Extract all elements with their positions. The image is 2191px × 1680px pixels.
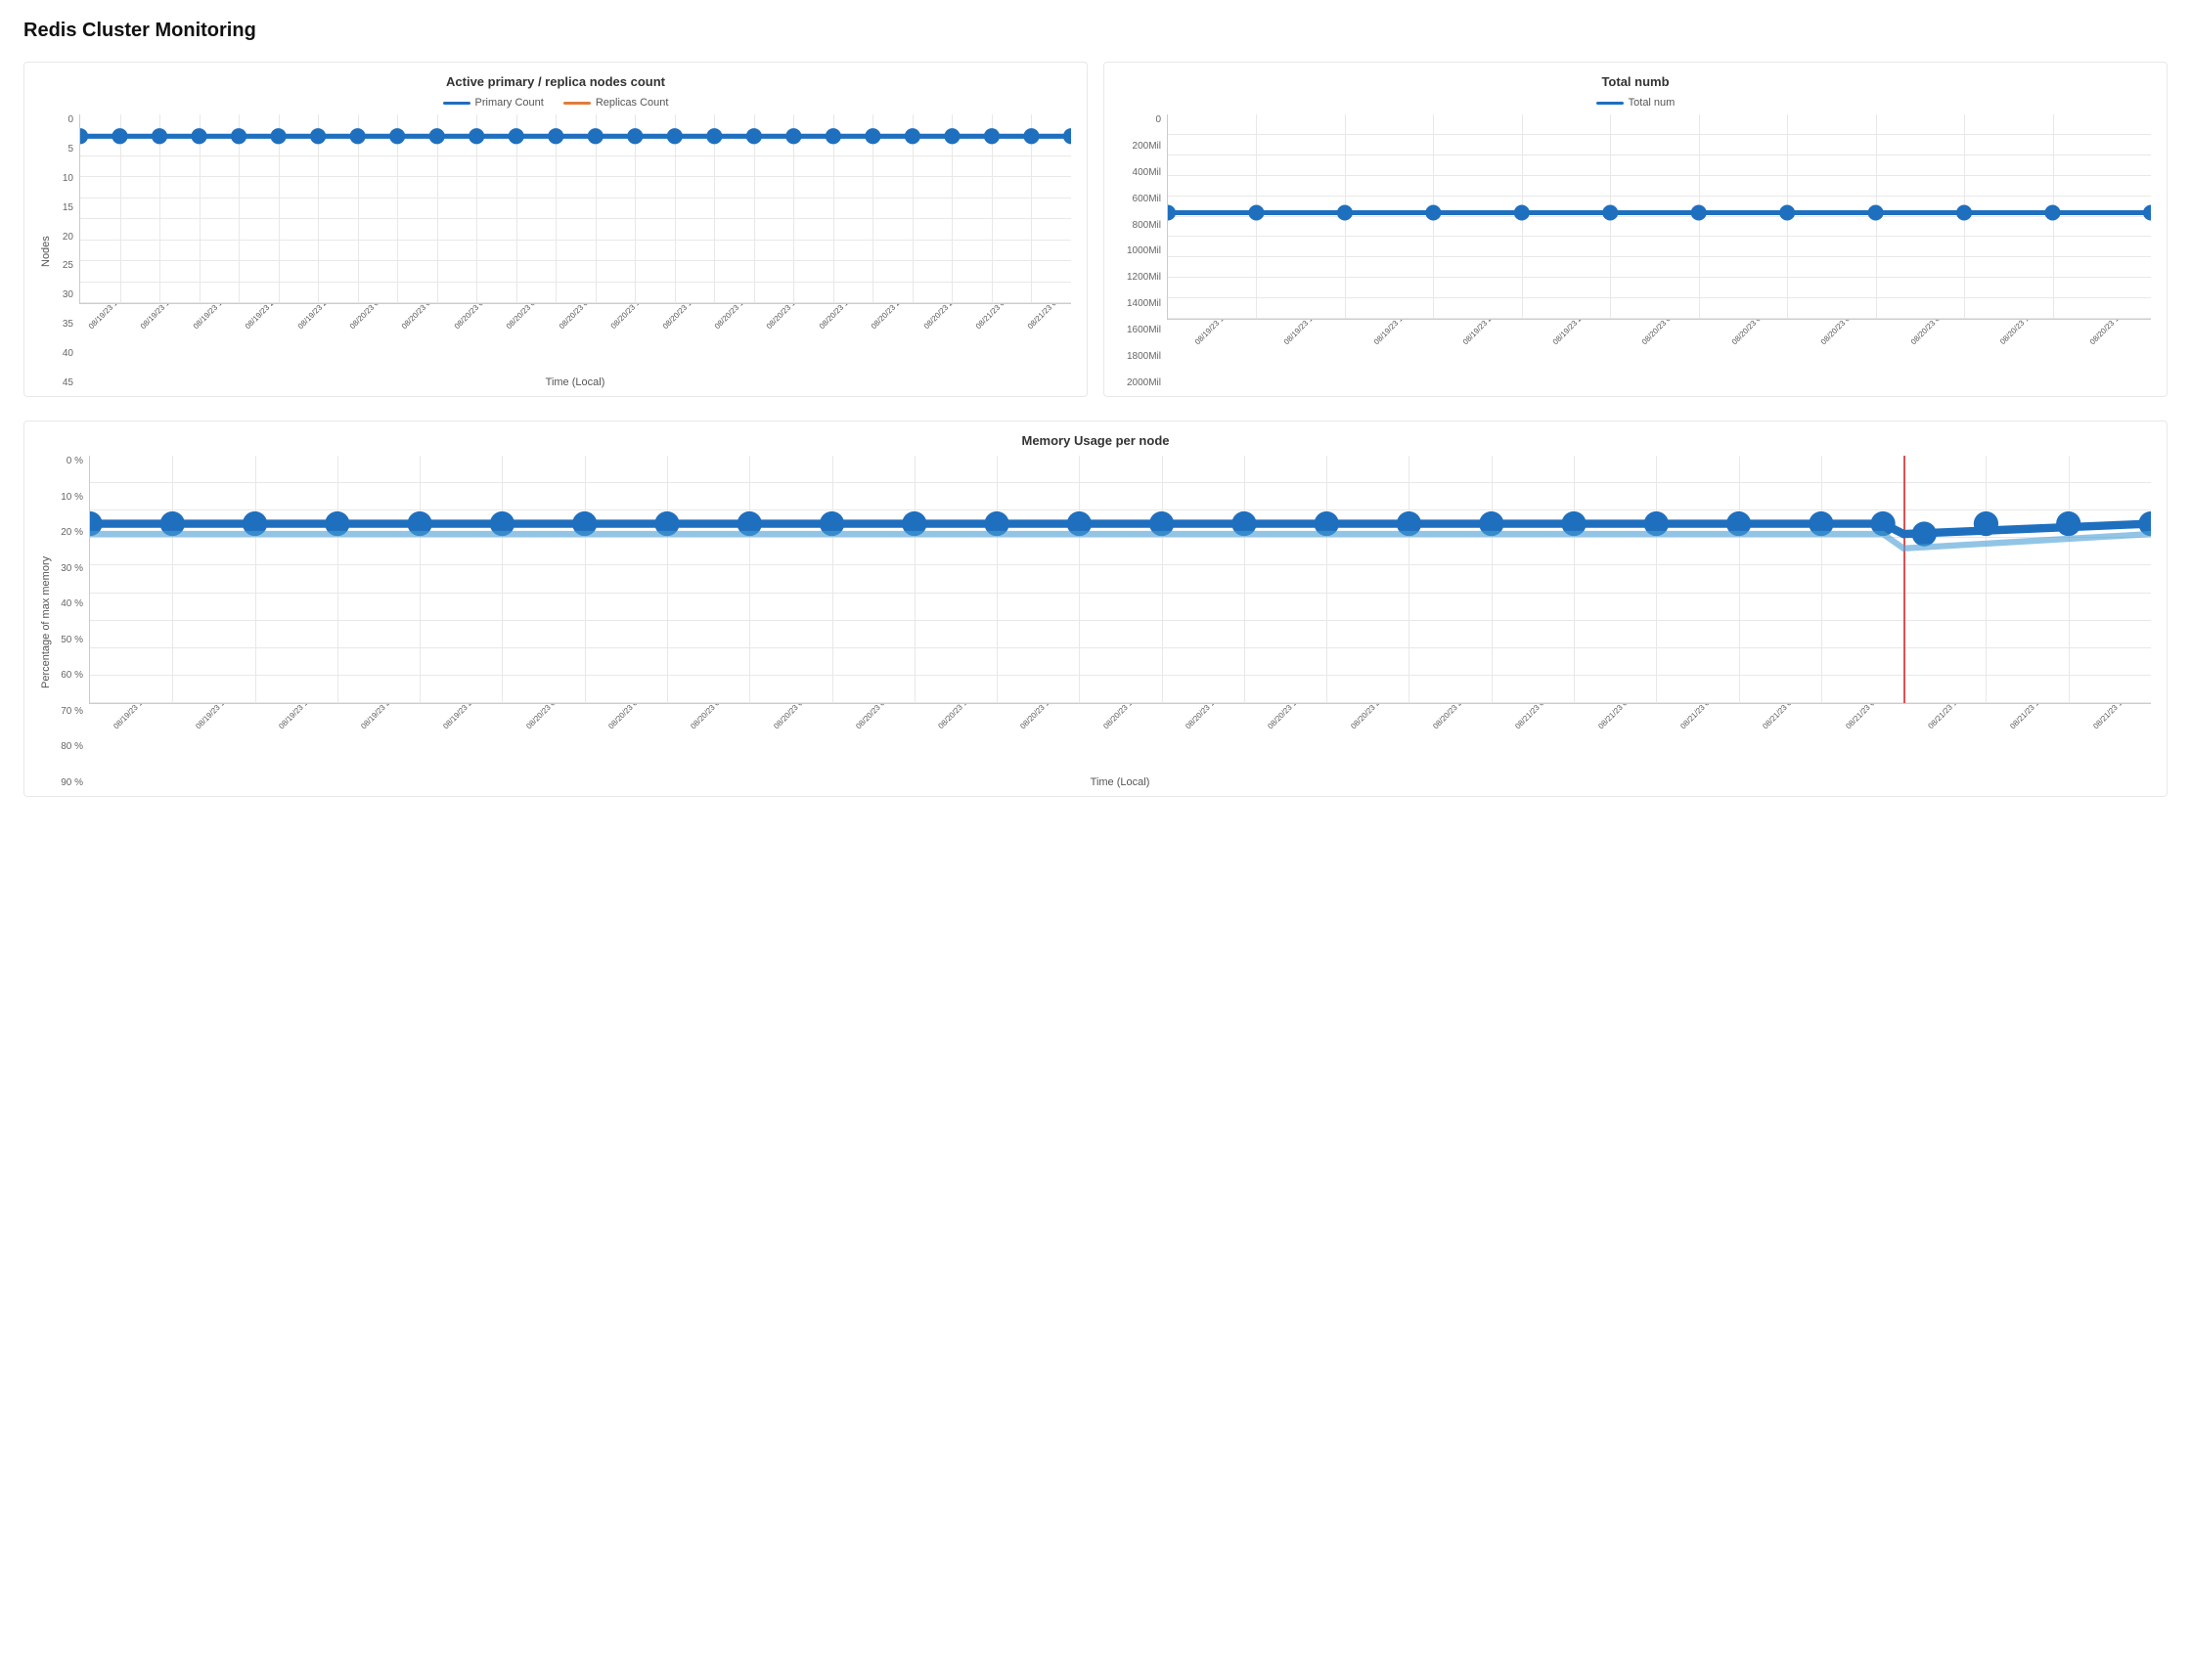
chart1-plot <box>79 114 1071 304</box>
chart3-inner: Percentage of max memory 90 % 80 % 70 % … <box>40 456 2151 788</box>
legend-replicas: Replicas Count <box>563 97 669 109</box>
legend-primary-label: Primary Count <box>475 97 544 109</box>
top-charts-row: Active primary / replica nodes count Pri… <box>23 62 2168 397</box>
chart3-plot-wrap: 08/19/23 15:08 08/19/23 17:08 08/19/23 1… <box>89 456 2151 788</box>
chart3-svg <box>90 456 2151 704</box>
chart3-y-title: Percentage of max memory <box>40 456 52 788</box>
chart1-area: Nodes 45 40 35 30 25 20 15 10 5 0 <box>40 114 1071 388</box>
legend-replicas-line <box>563 102 591 105</box>
chart3-x-axis: 08/19/23 15:08 08/19/23 17:08 08/19/23 1… <box>89 704 2151 773</box>
chart2-x-axis: 08/19/23 15:08 08/19/23 17:08 08/19/23 1… <box>1167 320 2151 388</box>
legend-primary-line <box>443 102 470 105</box>
chart3-title: Memory Usage per node <box>40 433 2151 448</box>
chart2-inner: 2000Mil 1800Mil 1600Mil 1400Mil 1200Mil … <box>1120 114 2151 388</box>
chart1-legend: Primary Count Replicas Count <box>40 97 1071 109</box>
chart2-y-labels: 2000Mil 1800Mil 1600Mil 1400Mil 1200Mil … <box>1120 114 1167 388</box>
chart3-area: Percentage of max memory 90 % 80 % 70 % … <box>40 456 2151 788</box>
chart2-legend: Total num <box>1120 97 2151 109</box>
chart2-plot <box>1167 114 2151 320</box>
chart2-title: Total numb <box>1120 74 2151 89</box>
chart1-plot-wrap: 08/19/23 15:08 08/19/23 17:08 08/19/23 1… <box>79 114 1071 388</box>
chart1-x-title: Time (Local) <box>79 376 1071 388</box>
chart1-x-axis: 08/19/23 15:08 08/19/23 17:08 08/19/23 1… <box>79 304 1071 373</box>
legend-total-line <box>1596 102 1624 105</box>
dashboard-page: Redis Cluster Monitoring Active primary … <box>0 0 2191 1680</box>
legend-primary: Primary Count <box>443 97 544 109</box>
chart1-inner: Nodes 45 40 35 30 25 20 15 10 5 0 <box>40 114 1071 388</box>
chart3-y-labels: 90 % 80 % 70 % 60 % 50 % 40 % 30 % 20 % … <box>54 456 89 788</box>
chart-total-num: Total numb Total num 2000Mil 1800Mil 160… <box>1103 62 2168 397</box>
chart-memory-usage: Memory Usage per node Percentage of max … <box>23 420 2168 797</box>
legend-total-label: Total num <box>1629 97 1676 109</box>
chart2-area: 2000Mil 1800Mil 1600Mil 1400Mil 1200Mil … <box>1120 114 2151 388</box>
chart1-y-labels: 45 40 35 30 25 20 15 10 5 0 <box>54 114 79 388</box>
chart3-plot <box>89 456 2151 704</box>
chart-primary-replica: Active primary / replica nodes count Pri… <box>23 62 1088 397</box>
chart1-y-title: Nodes <box>40 114 52 388</box>
legend-replicas-label: Replicas Count <box>596 97 669 109</box>
chart3-x-title: Time (Local) <box>89 776 2151 788</box>
legend-total: Total num <box>1596 97 1676 109</box>
chart1-primary-svg <box>80 114 1071 304</box>
page-title: Redis Cluster Monitoring <box>23 20 2168 42</box>
chart1-title: Active primary / replica nodes count <box>40 74 1071 89</box>
chart2-plot-wrap: 08/19/23 15:08 08/19/23 17:08 08/19/23 1… <box>1167 114 2151 388</box>
chart2-svg <box>1168 114 2151 320</box>
